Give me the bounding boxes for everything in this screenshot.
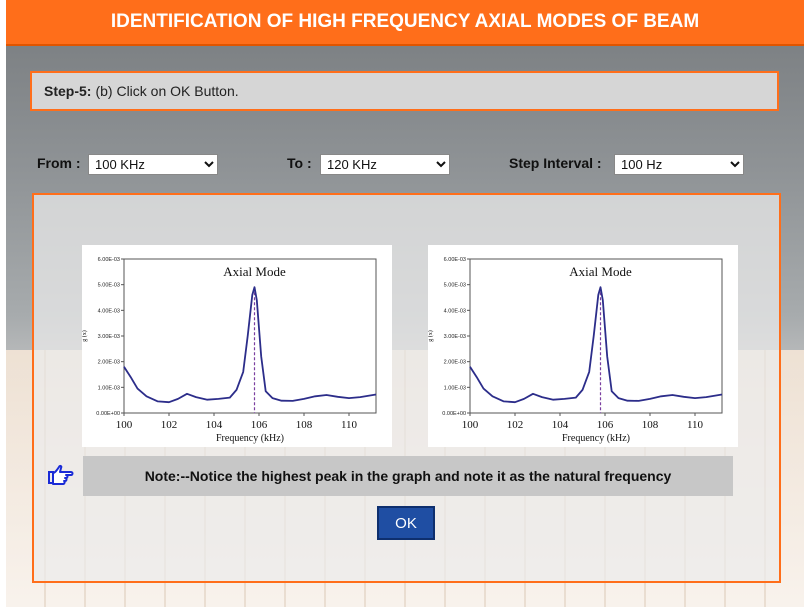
y-tick-label: 3.00E-03: [98, 334, 120, 340]
y-tick-label: 2.00E-03: [444, 360, 466, 366]
series-line: [469, 286, 723, 404]
y-tick-label: 5.00E-03: [98, 283, 120, 289]
chart-title: Axial Mode: [569, 264, 632, 279]
y-tick-label: 4.00E-03: [444, 308, 466, 314]
graph-left-svg: 6.00E-03 5.00E-03 4.00E-03 3.00E-03 2.00E-03…: [82, 257, 377, 444]
from-label: From :: [37, 155, 81, 171]
title-bar: IDENTIFICATION OF HIGH FREQUENCY AXIAL M…: [6, 0, 804, 46]
x-tick-label: 102: [507, 419, 524, 431]
to-label: To :: [287, 155, 312, 171]
x-tick-label: 100: [462, 419, 479, 431]
ok-button[interactable]: OK: [377, 506, 435, 540]
series-line: [123, 286, 377, 404]
y-tick-label: 3.00E-03: [444, 334, 466, 340]
y-tick-label: 6.00E-03: [444, 257, 466, 263]
y-tick-label: 0.00E+00: [442, 411, 466, 417]
y-tick-label: 1.00E-03: [444, 385, 466, 391]
from-select[interactable]: 100 KHz: [88, 154, 218, 175]
x-tick-label: 104: [206, 419, 223, 431]
to-select[interactable]: 120 KHz: [320, 154, 450, 175]
y-axis-label: g (x): [428, 330, 434, 342]
y-axis-label: g (x): [82, 330, 88, 342]
x-tick-label: 108: [296, 419, 313, 431]
chart-title: Axial Mode: [223, 264, 286, 279]
step-instruction: Step-5: (b) Click on OK Button.: [30, 71, 779, 111]
step-interval-select[interactable]: 100 Hz: [614, 154, 744, 175]
step-text: (b) Click on OK Button.: [95, 83, 239, 99]
x-tick-label: 102: [161, 419, 178, 431]
x-tick-label: 106: [251, 419, 268, 431]
step-label: Step-5:: [44, 83, 92, 99]
plot-area: [469, 258, 723, 414]
page-title: IDENTIFICATION OF HIGH FREQUENCY AXIAL M…: [110, 11, 700, 32]
step-interval-label: Step Interval :: [509, 155, 602, 171]
x-tick-label: 110: [687, 419, 704, 431]
x-tick-label: 110: [341, 419, 358, 431]
y-tick-label: 2.00E-03: [98, 360, 120, 366]
y-tick-label: 0.00E+00: [96, 411, 120, 417]
pointing-hand-icon: [48, 464, 74, 485]
app-frame: IDENTIFICATION OF HIGH FREQUENCY AXIAL M…: [6, 0, 804, 607]
graph-right: 6.00E-03 5.00E-03 4.00E-03 3.00E-03 2.00E-03…: [428, 245, 738, 447]
y-tick-label: 4.00E-03: [98, 308, 120, 314]
y-tick-label: 1.00E-03: [98, 385, 120, 391]
result-panel: 6.00E-03 5.00E-03 4.00E-03 3.00E-03 2.00E-03…: [32, 193, 781, 583]
graph-left: 6.00E-03 5.00E-03 4.00E-03 3.00E-03 2.00E-03…: [82, 245, 392, 447]
x-axis-label: Frequency (kHz): [216, 433, 284, 444]
x-tick-label: 106: [597, 419, 614, 431]
note-box: Note:--Notice the highest peak in the gr…: [83, 456, 733, 496]
x-tick-label: 104: [552, 419, 569, 431]
x-axis-label: Frequency (kHz): [562, 433, 630, 444]
y-tick-label: 5.00E-03: [444, 283, 466, 289]
graph-right-svg: 6.00E-03 5.00E-03 4.00E-03 3.00E-03 2.00E-03…: [428, 257, 723, 444]
plot-area: [123, 258, 377, 414]
x-tick-label: 100: [116, 419, 133, 431]
y-tick-label: 6.00E-03: [98, 257, 120, 263]
x-tick-label: 108: [642, 419, 659, 431]
